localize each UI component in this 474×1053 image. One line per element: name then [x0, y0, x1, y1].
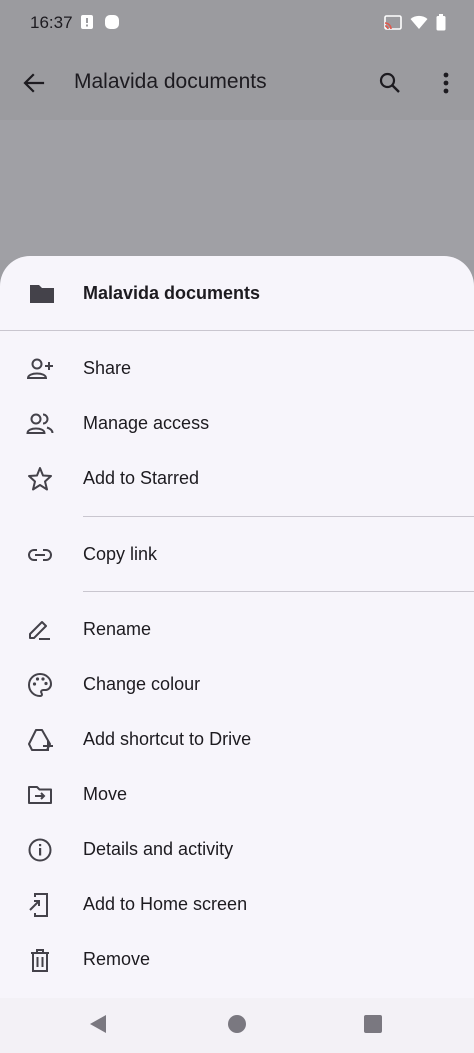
nav-home-button[interactable]	[228, 1015, 246, 1033]
menu-label: Manage access	[83, 413, 210, 433]
arrow-back-icon	[23, 73, 45, 93]
status-time: 16:37	[30, 13, 73, 32]
app-bar: Malavida documents	[0, 46, 474, 120]
menu-item-add-to-home-screen[interactable]: Add to Home screen	[0, 877, 474, 932]
menu-item-change-colour[interactable]: Change colour	[0, 657, 474, 712]
info-icon	[26, 836, 54, 864]
menu-item-remove[interactable]: Remove	[0, 932, 474, 987]
menu-item-share[interactable]: Share	[0, 341, 474, 396]
search-icon	[379, 72, 401, 94]
nav-back-button[interactable]	[88, 1014, 108, 1034]
more-vert-icon	[443, 72, 449, 94]
menu-label: Add shortcut to Drive	[83, 729, 252, 749]
person-add-icon	[26, 355, 54, 383]
menu-label: Change colour	[83, 674, 201, 694]
alert-notification-icon	[80, 14, 94, 30]
search-button[interactable]	[372, 65, 408, 101]
system-nav-bar	[0, 998, 474, 1053]
people-icon	[26, 410, 54, 438]
status-system-icons	[384, 14, 446, 31]
back-button[interactable]	[16, 65, 52, 101]
menu-label: Share	[83, 358, 132, 378]
star-outline-icon	[26, 465, 54, 493]
menu-label: Add to Home screen	[83, 894, 248, 914]
menu-label: Details and activity	[83, 839, 234, 859]
menu-item-add-to-starred[interactable]: Add to Starred	[0, 451, 474, 506]
menu-item-details-and-activity[interactable]: Details and activity	[0, 822, 474, 877]
menu-item-copy-link[interactable]: Copy link	[0, 527, 474, 582]
folder-icon	[28, 280, 56, 308]
cast-icon	[384, 14, 402, 31]
add-to-home-icon	[26, 891, 54, 919]
menu-item-move[interactable]: Move	[0, 767, 474, 822]
menu-item-manage-access[interactable]: Manage access	[0, 396, 474, 451]
drive-shortcut-icon	[26, 726, 54, 754]
link-icon	[26, 541, 54, 569]
nav-recents-button[interactable]	[364, 1015, 382, 1033]
battery-icon	[436, 14, 446, 31]
page-title: Malavida documents	[74, 70, 267, 93]
status-bar: 16:37	[0, 0, 474, 46]
menu-label: Copy link	[83, 544, 158, 564]
scrim[interactable]	[0, 120, 474, 260]
divider	[0, 330, 474, 331]
palette-icon	[26, 671, 54, 699]
divider	[83, 591, 474, 592]
action-bottom-sheet: Malavida documents Share Manage access A…	[0, 256, 474, 998]
status-notifications	[80, 14, 120, 30]
menu-label: Rename	[83, 619, 152, 639]
sheet-header: Malavida documents	[0, 256, 474, 330]
menu-label: Move	[83, 784, 128, 804]
trash-icon	[26, 946, 54, 974]
menu-label: Remove	[83, 949, 151, 969]
divider	[83, 516, 474, 517]
sheet-title: Malavida documents	[83, 283, 261, 303]
menu-item-rename[interactable]: Rename	[0, 602, 474, 657]
wifi-icon	[410, 15, 428, 30]
folder-move-icon	[26, 781, 54, 809]
menu-item-add-shortcut-to-drive[interactable]: Add shortcut to Drive	[0, 712, 474, 767]
pencil-icon	[26, 616, 54, 644]
more-options-button[interactable]	[428, 65, 464, 101]
app-notification-icon	[104, 14, 120, 30]
menu-label: Add to Starred	[83, 468, 200, 488]
